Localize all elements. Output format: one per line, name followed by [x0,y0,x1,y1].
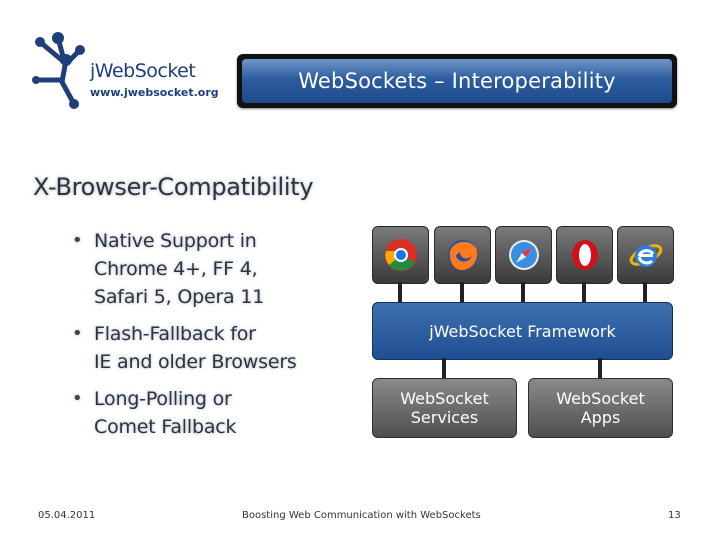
framework-box: jWebSocket Framework [372,302,673,360]
bullet-line: IE and older Browsers [94,351,297,373]
opera-box [556,226,613,284]
slide-title: WebSockets – Interoperability [242,59,672,103]
apps-line1: WebSocket [556,389,645,408]
connector-line [643,282,647,302]
logo-url: www.jwebsocket.org [90,86,219,99]
bullet-dot-icon: • [72,230,83,251]
bullet-list: • Native Support in Chrome 4+, FF 4, Saf… [72,227,372,450]
title-bar: WebSockets – Interoperability [237,54,677,108]
connector-line [398,282,402,302]
connector-line [442,358,446,378]
architecture-diagram: jWebSocket Framework WebSocket Services … [370,226,675,440]
chrome-icon [384,239,417,271]
connector-line [598,358,602,378]
connector-line [582,282,586,302]
footer-title: Boosting Web Communication with WebSocke… [242,510,481,521]
framework-label: jWebSocket Framework [429,321,616,341]
ie-box [617,226,674,284]
bullet-line: Native Support in [94,230,257,252]
bullet-line: Comet Fallback [94,416,237,438]
bullet-line: Chrome 4+, FF 4, [94,258,258,280]
safari-icon [508,240,539,270]
jwebsocket-logo: jWebSocket www.jwebsocket.org [30,30,219,116]
services-line1: WebSocket [400,389,489,408]
firefox-icon [447,240,478,270]
bullet-line: Long-Polling or [94,388,232,410]
firefox-box [434,226,491,284]
apps-line2: Apps [580,408,621,427]
apps-box: WebSocket Apps [528,378,673,438]
bullet-line: Flash-Fallback for [94,323,256,345]
section-heading: X-Browser-Compatibility [33,173,314,201]
bullet-line: Safari 5, Opera 11 [94,286,265,308]
chrome-box [372,226,429,284]
services-line2: Services [410,408,479,427]
opera-icon [571,240,598,270]
connector-line [521,282,525,302]
bullet-item: • Long-Polling or Comet Fallback [72,385,372,441]
bullet-dot-icon: • [72,388,83,409]
services-box: WebSocket Services [372,378,517,438]
bullet-item: • Native Support in Chrome 4+, FF 4, Saf… [72,227,372,311]
bullet-dot-icon: • [72,323,83,344]
footer-date: 05.04.2011 [38,510,96,521]
ie-icon [629,244,662,267]
page-number: 13 [668,510,681,521]
logo-name: jWebSocket [90,60,196,82]
safari-box [495,226,552,284]
connector-line [460,282,464,302]
bullet-item: • Flash-Fallback for IE and older Browse… [72,320,372,376]
